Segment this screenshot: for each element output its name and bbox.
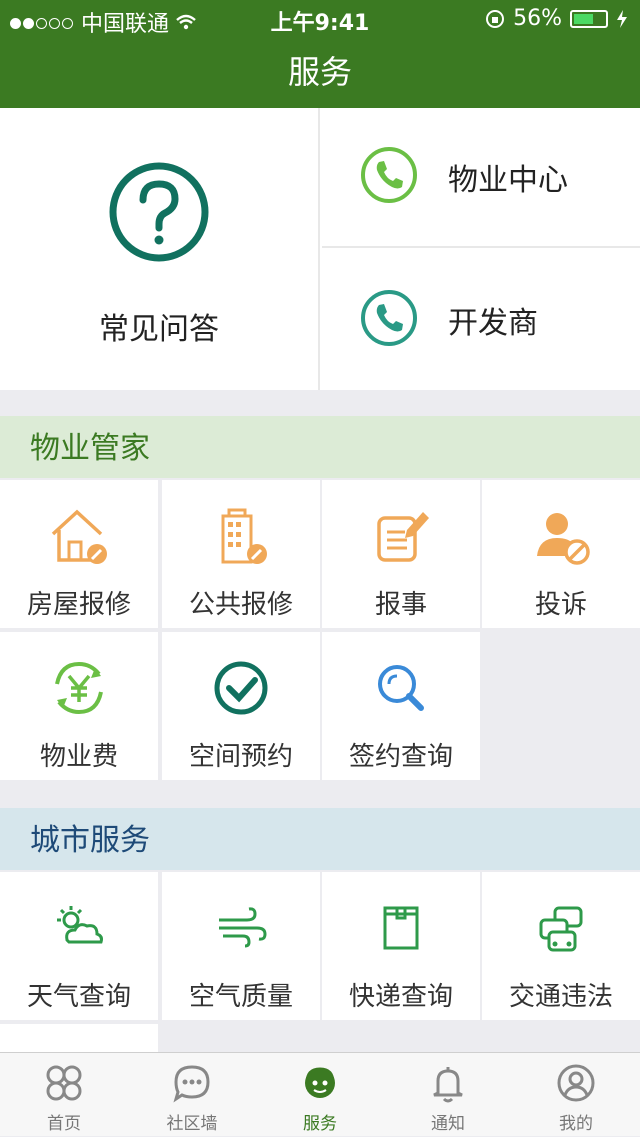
check-icon <box>209 656 273 720</box>
city-section-header: 城市服务 <box>0 808 640 870</box>
cars-icon <box>529 896 593 960</box>
property-section-header: 物业管家 <box>0 416 640 478</box>
report-button[interactable]: 报事 <box>322 480 480 628</box>
tab-home[interactable]: 首页 <box>0 1053 128 1137</box>
top-panel: 常见问答 物业中心 开发商 <box>0 108 640 390</box>
property-center-button[interactable]: 物业中心 <box>322 108 640 248</box>
public-repair-button[interactable]: 公共报修 <box>162 480 320 628</box>
public-repair-label: 公共报修 <box>188 590 293 620</box>
grid-placeholder-cell <box>0 1024 158 1052</box>
developer-button[interactable]: 开发商 <box>322 250 640 390</box>
phone-icon <box>360 289 418 351</box>
weather-button[interactable]: 天气查询 <box>0 872 158 1020</box>
developer-label: 开发商 <box>448 306 538 341</box>
chat-bubble-icon <box>173 1065 210 1103</box>
space-booking-button[interactable]: 空间预约 <box>162 632 320 780</box>
air-quality-label: 空气质量 <box>188 982 293 1012</box>
air-quality-button[interactable]: 空气质量 <box>162 872 320 1020</box>
house-repair-button[interactable]: 房屋报修 <box>0 480 158 628</box>
property-fee-label: 物业费 <box>39 742 118 772</box>
weather-label: 天气查询 <box>26 982 131 1012</box>
question-icon <box>109 162 209 262</box>
tab-service[interactable]: 服务 <box>256 1053 384 1137</box>
phone-icon <box>360 146 418 208</box>
yen-icon <box>47 656 111 720</box>
property-grid: 房屋报修 公共报修 报事 投诉 物业费 空间预约 签约查询 <box>0 480 640 782</box>
search-icon <box>369 656 433 720</box>
page-title: 服务 <box>287 53 352 91</box>
tab-community-wall-label: 社区墙 <box>166 1114 218 1134</box>
tab-community-wall[interactable]: 社区墙 <box>128 1053 256 1137</box>
box-icon <box>369 896 433 960</box>
tab-notifications-label: 通知 <box>431 1114 465 1134</box>
rotation-lock-icon <box>486 9 505 28</box>
express-query-button[interactable]: 快递查询 <box>322 872 480 1020</box>
tab-home-label: 首页 <box>47 1114 81 1134</box>
tab-mine-label: 我的 <box>559 1114 593 1134</box>
contract-query-label: 签约查询 <box>348 742 453 772</box>
property-center-label: 物业中心 <box>448 163 568 198</box>
traffic-violation-label: 交通违法 <box>508 982 613 1012</box>
city-grid: 天气查询 空气质量 快递查询 交通违法 <box>0 872 640 1052</box>
tab-notifications[interactable]: 通知 <box>384 1053 512 1137</box>
house-repair-icon <box>47 504 111 568</box>
grid-home-icon <box>46 1065 82 1101</box>
battery-icon <box>570 9 608 28</box>
space-booking-label: 空间预约 <box>188 742 293 772</box>
complaint-button[interactable]: 投诉 <box>482 480 640 628</box>
report-icon <box>369 504 433 568</box>
faq-button[interactable]: 常见问答 <box>0 108 320 390</box>
contract-query-button[interactable]: 签约查询 <box>322 632 480 780</box>
nav-bar: 服务 <box>0 40 640 108</box>
property-fee-button[interactable]: 物业费 <box>0 632 158 780</box>
battery-percent: 56% <box>513 6 562 31</box>
tab-service-label: 服务 <box>303 1114 337 1134</box>
wind-icon <box>209 896 273 960</box>
bell-icon <box>433 1067 463 1103</box>
service-agent-icon <box>305 1067 335 1098</box>
building-repair-icon <box>209 504 273 568</box>
traffic-violation-button[interactable]: 交通违法 <box>482 872 640 1020</box>
tab-mine[interactable]: 我的 <box>512 1053 640 1137</box>
house-repair-label: 房屋报修 <box>26 590 131 620</box>
express-query-label: 快递查询 <box>348 982 453 1012</box>
report-label: 报事 <box>374 590 427 620</box>
tab-bar: 首页 社区墙 服务 通知 我的 <box>0 1052 640 1136</box>
faq-label: 常见问答 <box>99 312 219 347</box>
complaint-label: 投诉 <box>534 590 587 620</box>
complaint-icon <box>529 504 593 568</box>
charging-icon <box>617 9 627 28</box>
status-bar: 中国联通 上午9:41 56% <box>0 0 640 40</box>
weather-icon <box>47 896 111 960</box>
user-icon <box>557 1064 595 1102</box>
